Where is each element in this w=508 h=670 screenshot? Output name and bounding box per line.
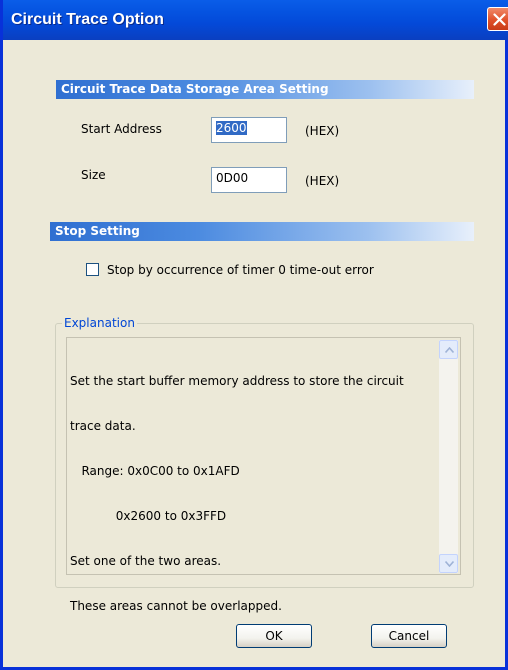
explanation-line: 0x2600 to 0x3FFD — [70, 509, 227, 523]
explanation-line: Set one of the two areas. — [70, 554, 222, 568]
arrow-up-icon — [445, 347, 454, 353]
start-address-input[interactable]: 2600 — [211, 117, 287, 143]
window-title: Circuit Trace Option — [11, 11, 164, 28]
scroll-down-button[interactable] — [439, 554, 458, 573]
explanation-line: Range: 0x0C00 to 0x1AFD — [70, 464, 240, 478]
explanation-line: trace data. — [70, 419, 136, 433]
explanation-line: These areas cannot be overlapped. — [70, 599, 282, 613]
scroll-up-button[interactable] — [439, 340, 458, 359]
start-address-unit: (HEX) — [305, 124, 340, 138]
explanation-text: Set the start buffer memory address to s… — [70, 344, 435, 644]
dialog-window: Circuit Trace Option Circuit Trace Data … — [0, 0, 508, 670]
explanation-legend: Explanation — [62, 316, 137, 330]
stop-timeout-checkbox[interactable] — [86, 263, 99, 276]
arrow-down-icon — [445, 561, 454, 567]
title-bar[interactable]: Circuit Trace Option — [3, 0, 508, 40]
ok-button[interactable]: OK — [236, 624, 312, 648]
size-unit: (HEX) — [305, 174, 340, 188]
cancel-button[interactable]: Cancel — [371, 624, 447, 648]
size-value: 0D00 — [216, 171, 249, 185]
explanation-scrollbar[interactable] — [439, 340, 458, 573]
explanation-line: Set the start buffer memory address to s… — [70, 374, 404, 388]
close-icon — [493, 13, 506, 26]
size-label: Size — [81, 168, 106, 182]
storage-section-header: Circuit Trace Data Storage Area Setting — [56, 80, 474, 99]
close-button[interactable] — [487, 7, 508, 31]
size-input[interactable]: 0D00 — [211, 167, 287, 193]
start-address-value: 2600 — [216, 121, 247, 135]
stop-timeout-label[interactable]: Stop by occurrence of timer 0 time-out e… — [107, 263, 374, 277]
stop-section-header: Stop Setting — [50, 222, 474, 241]
start-address-label: Start Address — [81, 122, 162, 136]
